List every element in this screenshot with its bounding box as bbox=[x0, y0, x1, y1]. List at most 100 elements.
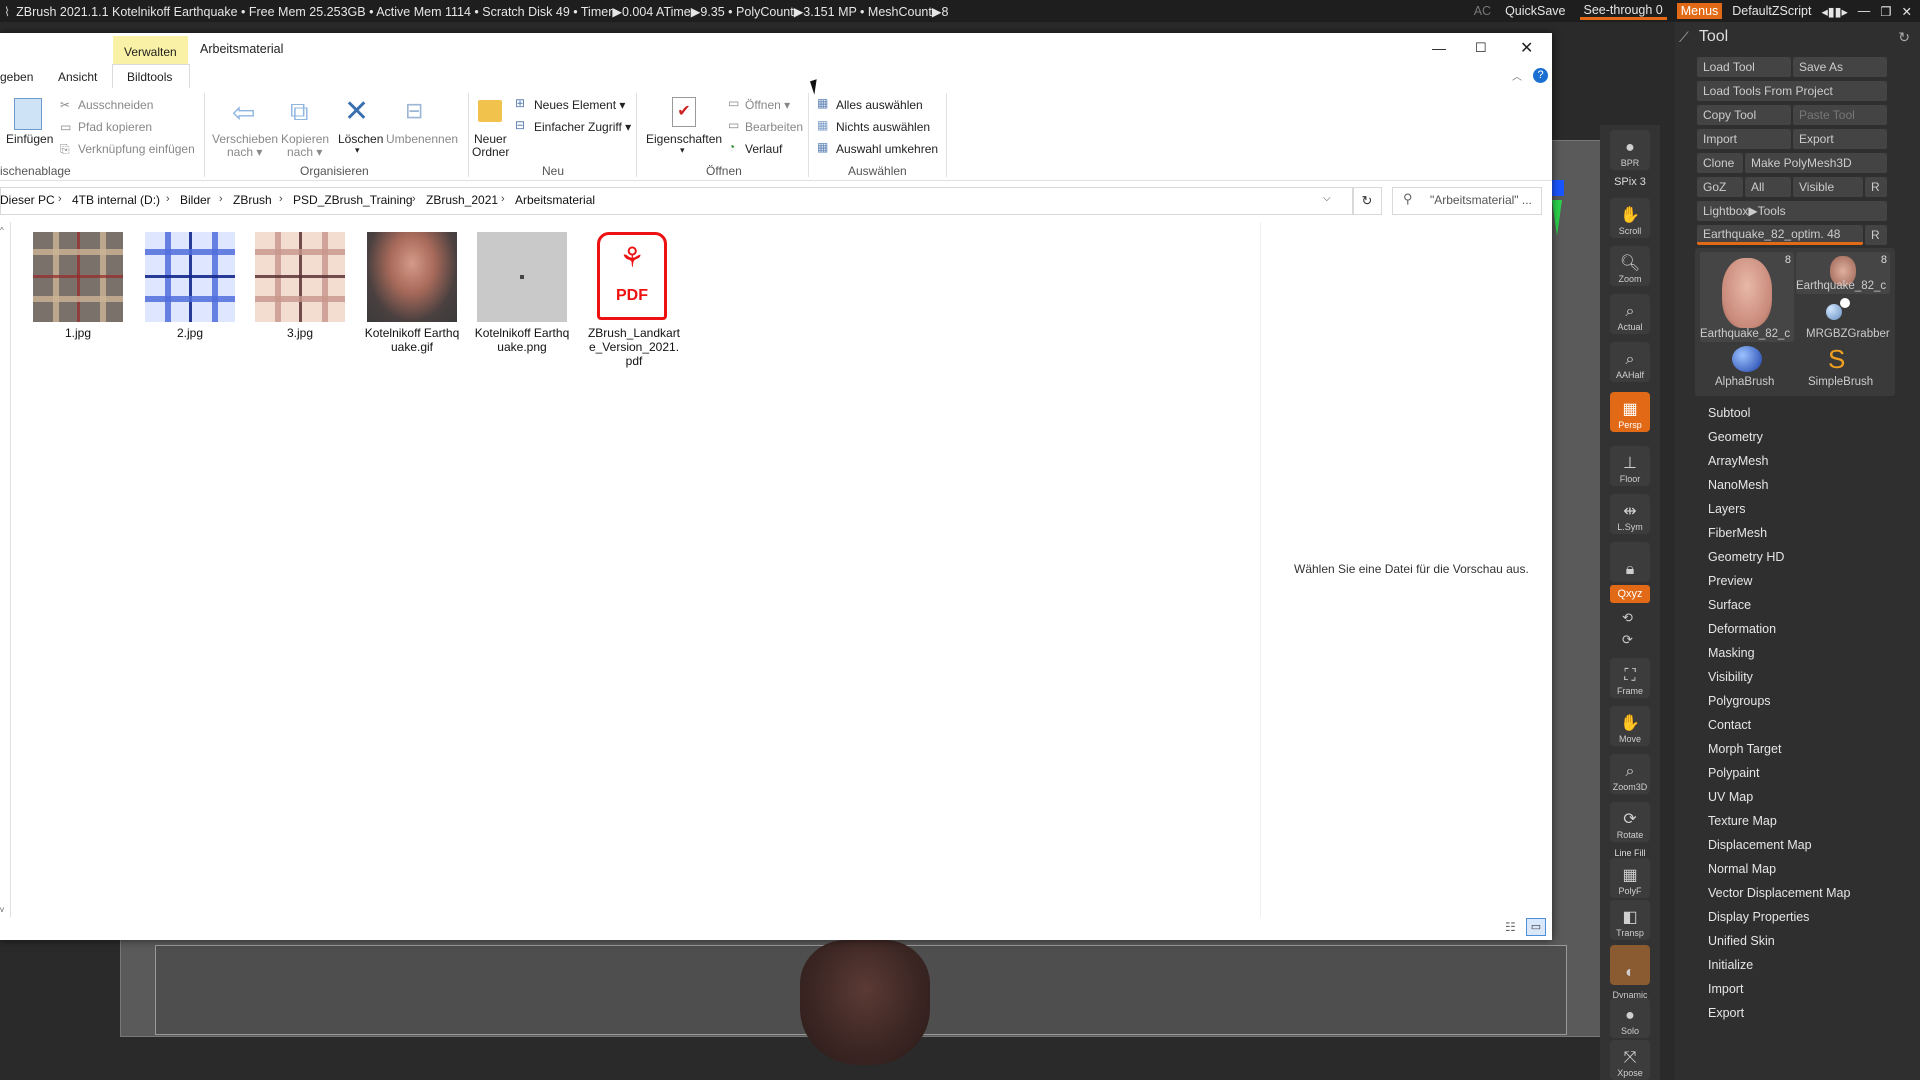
subpalette-item[interactable]: Subtool bbox=[1708, 406, 1750, 420]
kopieren-button[interactable]: Kopieren bbox=[281, 132, 329, 146]
tool-slider[interactable]: Earthquake_82_optim. 48 bbox=[1697, 225, 1863, 245]
verschieben-button[interactable]: Verschieben bbox=[212, 132, 278, 146]
file-item[interactable]: 1.jpg bbox=[30, 232, 126, 340]
subpalette-item[interactable]: Geometry HD bbox=[1708, 550, 1784, 564]
default-zscript-button[interactable]: DefaultZScript bbox=[1732, 4, 1811, 18]
breadcrumb-item[interactable]: 4TB internal (D:) bbox=[72, 193, 160, 207]
ghost-button[interactable]: ◐ bbox=[1610, 945, 1650, 985]
subpalette-item[interactable]: Layers bbox=[1708, 502, 1746, 516]
xpose-button[interactable]: ⤧ Xpose bbox=[1610, 1040, 1650, 1080]
breadcrumb-chevron-icon[interactable]: › bbox=[279, 193, 283, 205]
breadcrumb-item[interactable]: ZBrush bbox=[233, 193, 272, 207]
see-through-slider[interactable]: See-through 0 bbox=[1579, 3, 1667, 20]
subpalette-item[interactable]: Unified Skin bbox=[1708, 934, 1775, 948]
breadcrumb-chevron-icon[interactable]: › bbox=[412, 193, 416, 205]
pfad-kopieren-button[interactable]: Pfad kopieren bbox=[78, 120, 152, 134]
actual-button[interactable]: ⌕ Actual bbox=[1610, 294, 1650, 334]
file-item[interactable]: 3.jpg bbox=[252, 232, 348, 340]
menus-button[interactable]: Menus bbox=[1676, 3, 1723, 19]
refresh-icon[interactable]: ↻ bbox=[1352, 187, 1382, 215]
subpalette-item[interactable]: Vector Displacement Map bbox=[1708, 886, 1850, 900]
goz-button[interactable]: GoZ bbox=[1697, 177, 1743, 197]
close-icon[interactable]: ✕ bbox=[1520, 38, 1533, 58]
subpalette-item[interactable]: Polypaint bbox=[1708, 766, 1759, 780]
import-button[interactable]: Import bbox=[1697, 129, 1791, 149]
subpalette-item[interactable]: Surface bbox=[1708, 598, 1751, 612]
breadcrumb-chevron-icon[interactable]: › bbox=[166, 193, 170, 205]
all-button[interactable]: All bbox=[1745, 177, 1791, 197]
subpalette-item[interactable]: Geometry bbox=[1708, 430, 1763, 444]
eigenschaften-dropdown-icon[interactable]: ▾ bbox=[680, 145, 685, 156]
bearbeiten-button[interactable]: Bearbeiten bbox=[745, 120, 803, 134]
collapse-ribbon-icon[interactable]: ︿ bbox=[1512, 68, 1522, 83]
breadcrumb-chevron-icon[interactable]: › bbox=[58, 193, 62, 205]
details-view-icon[interactable]: ☷ bbox=[1505, 920, 1516, 934]
tool-pin-icon[interactable]: ⟋ bbox=[1679, 29, 1689, 46]
rotate-z-icon[interactable]: ⟳ bbox=[1622, 632, 1633, 648]
subpalette-item[interactable]: Texture Map bbox=[1708, 814, 1777, 828]
subpalette-item[interactable]: Visibility bbox=[1708, 670, 1753, 684]
rotate-y-icon[interactable]: ⟲ bbox=[1622, 610, 1633, 626]
breadcrumb-item[interactable]: ZBrush_2021 bbox=[426, 193, 498, 207]
scroll-up-icon[interactable]: ^ bbox=[0, 226, 4, 235]
r-button-2[interactable]: R bbox=[1865, 225, 1887, 245]
eigenschaften-button[interactable]: Eigenschaften bbox=[646, 132, 722, 146]
subpalette-item[interactable]: UV Map bbox=[1708, 790, 1753, 804]
umbenennen-button[interactable]: Umbenennen bbox=[386, 132, 458, 146]
loeschen-dropdown-icon[interactable]: ▾ bbox=[355, 145, 360, 156]
subpalette-item[interactable]: Contact bbox=[1708, 718, 1751, 732]
alphabrush-icon[interactable] bbox=[1732, 346, 1762, 372]
persp-button[interactable]: ▦ Persp bbox=[1610, 392, 1650, 432]
load-tools-from-project-button[interactable]: Load Tools From Project bbox=[1697, 81, 1887, 101]
auswahl-umkehren-button[interactable]: Auswahl umkehren bbox=[836, 142, 938, 156]
window-min-icon[interactable]: — bbox=[1858, 4, 1871, 18]
simplebrush-icon[interactable]: S bbox=[1828, 346, 1845, 372]
subpalette-item[interactable]: ArrayMesh bbox=[1708, 454, 1768, 468]
subpalette-item[interactable]: Export bbox=[1708, 1006, 1744, 1020]
neues-element-button[interactable]: Neues Element ▾ bbox=[534, 98, 625, 112]
save-as-button[interactable]: Save As bbox=[1793, 57, 1887, 77]
polyf-button[interactable]: ▦ PolyF bbox=[1610, 858, 1650, 898]
ausschneiden-button[interactable]: Ausschneiden bbox=[78, 98, 153, 112]
verschieben-nach[interactable]: nach ▾ bbox=[227, 145, 262, 159]
rotate-button[interactable]: ⟳ Rotate bbox=[1610, 802, 1650, 842]
quicksave-button[interactable]: QuickSave bbox=[1501, 4, 1569, 18]
frame-button[interactable]: ⛶ Frame bbox=[1610, 658, 1650, 698]
tab-freigeben[interactable]: geben bbox=[0, 70, 33, 84]
bpr-button[interactable]: ● BPR bbox=[1610, 130, 1650, 170]
solo-button[interactable]: ● Solo bbox=[1610, 998, 1650, 1038]
einfacher-zugriff-button[interactable]: Einfacher Zugriff ▾ bbox=[534, 120, 631, 134]
qxyz-button[interactable]: Qxyz bbox=[1610, 585, 1650, 603]
tab-verwalten[interactable]: Verwalten bbox=[124, 45, 177, 59]
subpalette-item[interactable]: Preview bbox=[1708, 574, 1752, 588]
zoom-button[interactable]: 🔍︎ Zoom bbox=[1610, 246, 1650, 286]
floor-button[interactable]: ⊥ Floor bbox=[1610, 446, 1650, 486]
load-tool-button[interactable]: Load Tool bbox=[1697, 57, 1791, 77]
loeschen-button[interactable]: Löschen bbox=[338, 132, 383, 146]
scroll-button[interactable]: ✋ Scroll bbox=[1610, 198, 1650, 238]
lock-button[interactable]: 🔒︎ bbox=[1610, 542, 1650, 582]
neuer-ordner-button[interactable]: Neuer bbox=[474, 132, 507, 146]
zoom3d-button[interactable]: ⌕ Zoom3D bbox=[1610, 754, 1650, 794]
subpalette-item[interactable]: NanoMesh bbox=[1708, 478, 1768, 492]
breadcrumb-item[interactable]: Arbeitsmaterial bbox=[515, 193, 595, 207]
export-button[interactable]: Export bbox=[1793, 129, 1887, 149]
subpalette-item[interactable]: Normal Map bbox=[1708, 862, 1776, 876]
copy-tool-button[interactable]: Copy Tool bbox=[1697, 105, 1791, 125]
layout-icon[interactable]: ◂▮▮▸ bbox=[1821, 4, 1847, 19]
subpalette-item[interactable]: Display Properties bbox=[1708, 910, 1809, 924]
paste-tool-button[interactable]: Paste Tool bbox=[1793, 105, 1887, 125]
file-item[interactable]: Kotelnikoff Earthquake.gif bbox=[364, 232, 460, 354]
window-close-icon[interactable]: ✕ bbox=[1902, 4, 1912, 19]
subpalette-item[interactable]: FiberMesh bbox=[1708, 526, 1767, 540]
file-item[interactable]: Kotelnikoff Earthquake.png bbox=[474, 232, 570, 354]
scroll-down-icon[interactable]: v bbox=[0, 905, 4, 914]
nav-pane-edge[interactable] bbox=[0, 222, 11, 917]
tab-bildtools[interactable]: Bildtools bbox=[127, 70, 172, 84]
file-item[interactable]: ⚘ PDF ZBrush_Landkarte_Version_2021.pdf bbox=[586, 232, 682, 368]
lightbox-tools-button[interactable]: Lightbox▶Tools bbox=[1697, 201, 1887, 221]
minimize-icon[interactable]: — bbox=[1432, 40, 1446, 56]
verknuepfung-button[interactable]: Verknüpfung einfügen bbox=[78, 142, 195, 156]
aahalf-button[interactable]: ⌕ AAHalf bbox=[1610, 342, 1650, 382]
move-button[interactable]: ✋ Move bbox=[1610, 706, 1650, 746]
